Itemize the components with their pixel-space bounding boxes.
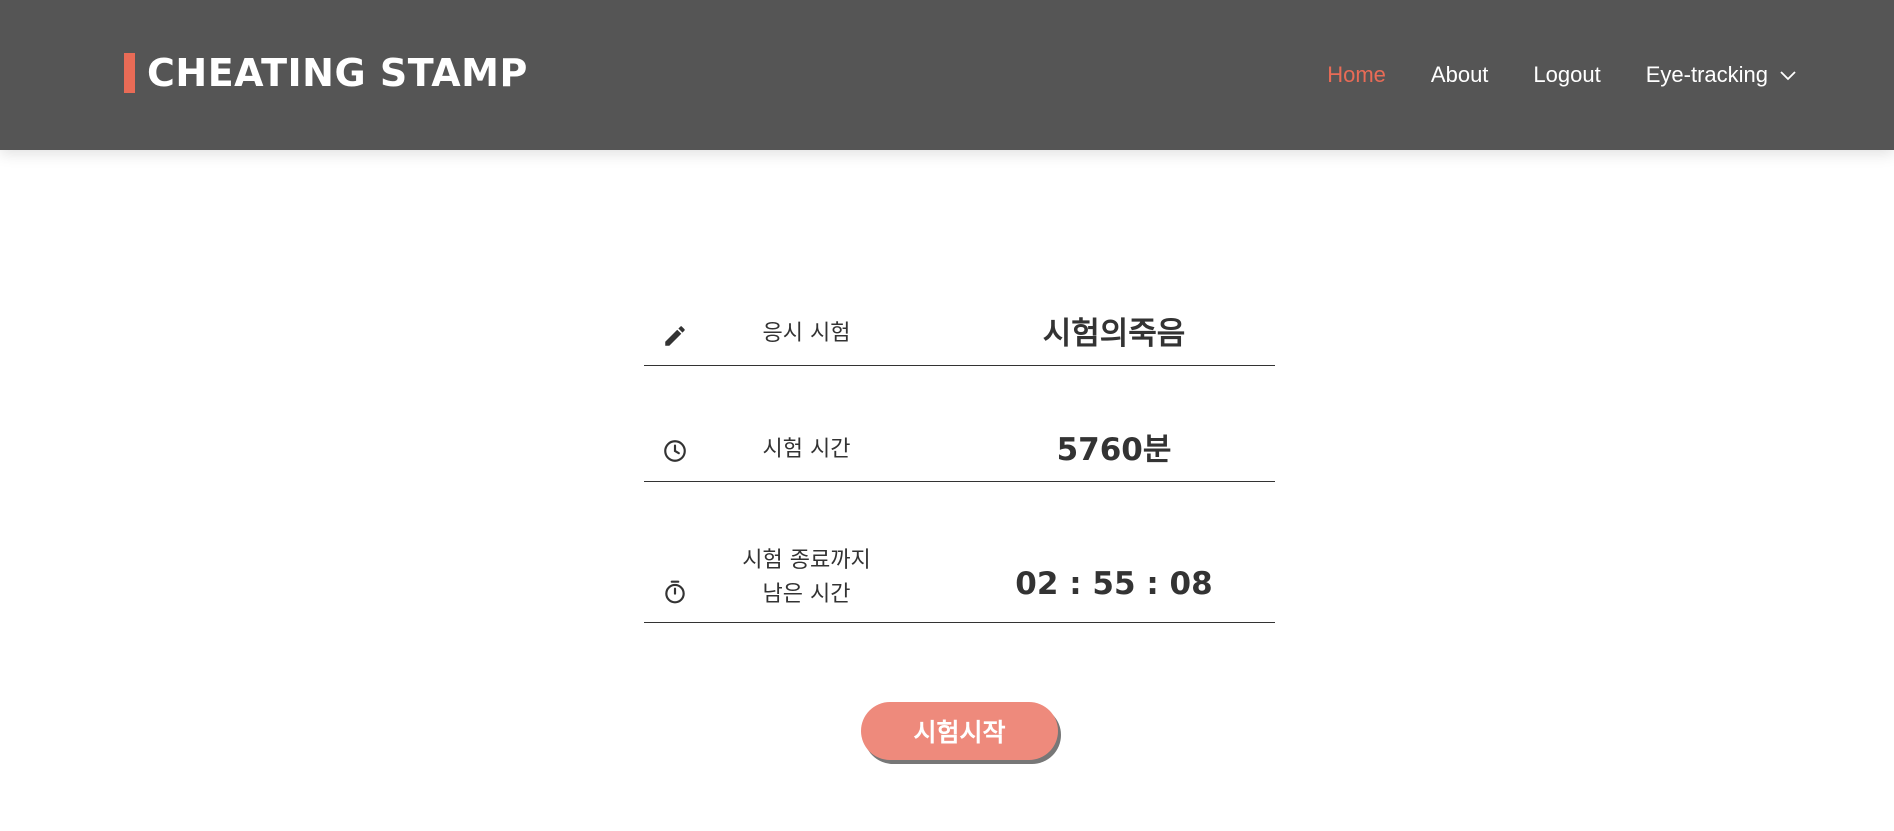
brand-accent-bar xyxy=(124,53,135,93)
time-remaining-row: 시험 종료까지 남은 시간 02 : 55 : 08 xyxy=(644,538,1275,623)
nav-eye-tracking-label: Eye-tracking xyxy=(1645,62,1768,87)
nav-about-link[interactable]: About xyxy=(1431,62,1489,88)
time-remaining-label-line2: 남은 시간 xyxy=(762,582,851,607)
exam-duration-value: 5760분 xyxy=(1056,432,1172,468)
exam-info-panel: 응시 시험 시험의죽음 시험 시간 5760분 시험 종료까지 남은 시간 02… xyxy=(644,300,1275,623)
time-remaining-value: 02 : 55 : 08 xyxy=(1015,566,1213,602)
exam-duration-label: 시험 시간 xyxy=(762,437,851,462)
brand-logo[interactable]: CHEATING STAMP xyxy=(124,52,528,94)
time-remaining-label: 시험 종료까지 남은 시간 xyxy=(704,544,909,612)
brand-title: CHEATING STAMP xyxy=(147,51,528,95)
exam-name-label: 응시 시험 xyxy=(762,321,851,346)
nav-logout-link[interactable]: Logout xyxy=(1533,62,1600,88)
pencil-icon xyxy=(665,326,685,346)
time-remaining-label-line1: 시험 종료까지 xyxy=(742,548,871,573)
main-nav: Home About Logout Eye-tracking xyxy=(1282,58,1798,92)
top-navbar: CHEATING STAMP Home About Logout Eye-tra… xyxy=(0,0,1894,150)
start-exam-button[interactable]: 시험시작 xyxy=(861,702,1058,760)
clock-icon xyxy=(664,440,686,462)
chevron-down-icon xyxy=(1780,71,1796,81)
exam-duration-row: 시험 시간 5760분 xyxy=(644,422,1275,482)
stopwatch-icon xyxy=(665,580,685,604)
exam-name-row: 응시 시험 시험의죽음 xyxy=(644,300,1275,366)
exam-name-value: 시험의죽음 xyxy=(1042,316,1186,352)
nav-home-link[interactable]: Home xyxy=(1327,62,1386,88)
nav-eye-tracking-dropdown[interactable]: Eye-tracking xyxy=(1646,62,1798,88)
